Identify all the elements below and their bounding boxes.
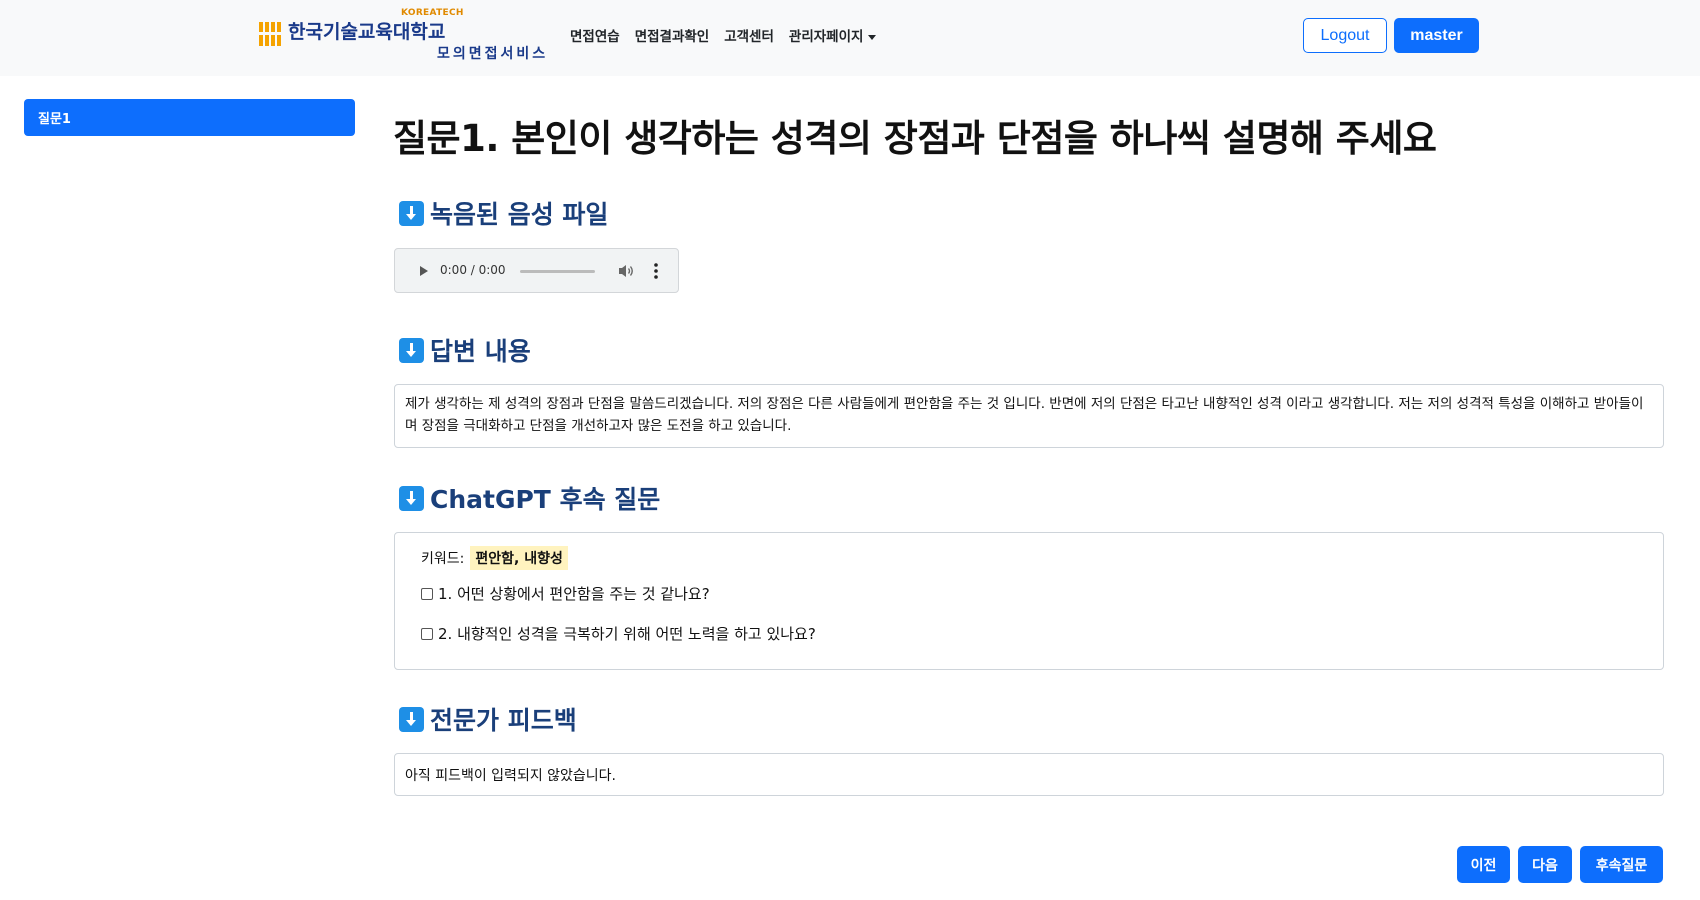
play-icon[interactable] [420, 266, 428, 276]
followup-checkbox[interactable] [421, 627, 433, 640]
followup-question-text: 1. 어떤 상황에서 편안함을 주는 것 같나요? [438, 585, 710, 603]
section-heading-label: 녹음된 음성 파일 [430, 200, 609, 229]
brand-subtitle: 모의면접서비스 [437, 46, 549, 62]
section-heading-label: 전문가 피드백 [430, 706, 577, 735]
volume-icon[interactable] [617, 262, 635, 280]
arrow-down-icon [399, 337, 424, 363]
section-heading-audio: 녹음된 음성 파일 [399, 195, 608, 231]
audio-player: 0:00 / 0:00 [394, 248, 679, 293]
section-heading-label: ChatGPT 후속 질문 [430, 485, 661, 514]
answer-text: 제가 생각하는 제 성격의 장점과 단점을 말씀드리겠습니다. 저의 장점은 다… [394, 384, 1664, 448]
followup-questions-panel: 키워드: 편안함, 내향성 1. 어떤 상황에서 편안함을 주는 것 같나요? … [394, 532, 1664, 670]
arrow-down-icon [399, 200, 424, 226]
followup-checkbox[interactable] [421, 587, 433, 600]
more-options-icon[interactable] [653, 262, 659, 280]
brand-name: 한국기술교육대학교 [288, 21, 446, 43]
followup-question: 1. 어떤 상황에서 편안함을 주는 것 같나요? [421, 583, 710, 604]
section-heading-feedback: 전문가 피드백 [399, 701, 577, 737]
page-title: 질문1. 본인이 생각하는 성격의 장점과 단점을 하나씩 설명해 주세요 [393, 117, 1437, 160]
top-navbar: KOREATECH 한국기술교육대학교 모의면접서비스 면접연습 면접결과확인 … [0, 0, 1700, 76]
followup-question: 2. 내향적인 성격을 극복하기 위해 어떤 노력을 하고 있나요? [421, 623, 816, 644]
prev-button[interactable]: 이전 [1457, 846, 1510, 883]
keyword-row: 키워드: 편안함, 내향성 [421, 546, 568, 570]
chevron-down-icon [868, 34, 877, 40]
next-button[interactable]: 다음 [1518, 846, 1572, 883]
nav-item-interview-results[interactable]: 면접결과확인 [635, 25, 710, 45]
section-heading-label: 답변 내용 [430, 337, 531, 366]
arrow-down-icon [399, 706, 424, 732]
section-heading-followup: ChatGPT 후속 질문 [399, 480, 660, 516]
sidebar-item-question1[interactable]: 질문1 [24, 99, 355, 136]
nav-menu: 면접연습 면접결과확인 고객센터 관리자페이지 [570, 25, 877, 45]
nav-item-admin-label: 관리자페이지 [788, 29, 864, 45]
nav-item-customer-center[interactable]: 고객센터 [724, 25, 774, 45]
university-logo-icon [258, 22, 282, 46]
followup-question-button[interactable]: 후속질문 [1580, 846, 1663, 883]
arrow-down-icon [399, 485, 424, 511]
nav-item-interview-practice[interactable]: 면접연습 [570, 25, 620, 45]
logout-button[interactable]: Logout [1303, 18, 1387, 53]
audio-seek-bar[interactable] [520, 270, 595, 273]
brand-logo[interactable]: KOREATECH 한국기술교육대학교 모의면접서비스 [256, 6, 556, 66]
expert-feedback-text: 아직 피드백이 입력되지 않았습니다. [394, 753, 1664, 796]
keyword-label: 키워드: [421, 551, 465, 567]
user-button[interactable]: master [1394, 18, 1479, 53]
nav-item-admin-dropdown[interactable]: 관리자페이지 [789, 25, 877, 45]
audio-time: 0:00 / 0:00 [440, 263, 506, 277]
section-heading-answer: 답변 내용 [399, 332, 531, 368]
followup-question-text: 2. 내향적인 성격을 극복하기 위해 어떤 노력을 하고 있나요? [438, 625, 816, 643]
keyword-values: 편안함, 내향성 [470, 546, 568, 570]
